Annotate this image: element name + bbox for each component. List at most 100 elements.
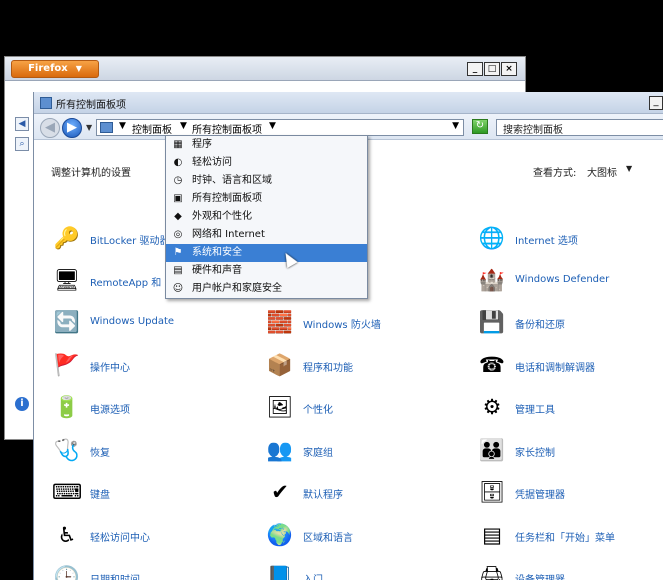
dropdown-item[interactable]: ◷ 时钟、语言和区域	[166, 172, 367, 190]
search-input[interactable]: 搜索控制面板	[496, 119, 663, 136]
dropdown-item[interactable]: ⚑ 系统和安全	[166, 244, 367, 262]
default-programs-icon: ✔	[271, 480, 289, 504]
firefox-window-controls: _ □ ×	[467, 62, 517, 76]
control-panel-item-label: 备份和还原	[515, 320, 565, 331]
breadcrumb-arrow-icon[interactable]: ▼	[180, 121, 187, 131]
parental-controls-icon: 👪	[478, 438, 506, 462]
dropdown-item[interactable]: ◆ 外观和个性化	[166, 208, 367, 226]
credential-manager-icon: 🗄	[478, 480, 506, 504]
control-panel-item-label: 电源选项	[90, 405, 130, 416]
view-by-dropdown[interactable]: 大图标	[587, 164, 617, 179]
control-panel-item-label: 管理工具	[515, 405, 555, 416]
control-panel-item-label: 任务栏和「开始」菜单	[515, 533, 615, 544]
admin-tools-icon: ⚙	[482, 395, 502, 419]
ease-of-access-icon: ♿	[57, 523, 77, 547]
dropdown-item[interactable]: ▣ 所有控制面板项	[166, 190, 367, 208]
control-panel-icon	[40, 97, 52, 109]
window-title: 所有控制面板项	[56, 100, 126, 111]
firefox-menu-button[interactable]: Firefox ▼	[11, 60, 99, 78]
backup-icon: 💾	[478, 310, 506, 334]
minimize-button[interactable]: _	[467, 62, 483, 76]
breadcrumb-dropdown-menu: ▦ 程序 ◐ 轻松访问 ◷ 时钟、语言和区域 ▣ 所有控制面板项 ◆ 外观和个性化 ◎ 网络和 Int…	[165, 135, 368, 299]
control-panel-item-label: Windows 防火墙	[303, 320, 381, 331]
chevron-down-icon[interactable]: ▼	[626, 164, 632, 173]
control-panel-icon	[100, 122, 113, 133]
history-dropdown-icon[interactable]: ▼	[86, 123, 92, 132]
category-icon: ◆	[174, 211, 182, 222]
control-panel-item-label: Windows Update	[90, 316, 175, 327]
windows-defender-icon: 🏰	[478, 268, 506, 292]
homegroup-icon: 👥	[266, 438, 294, 462]
firefox-menu-label: Firefox	[28, 63, 68, 74]
search-icon[interactable]: ⌕	[15, 137, 29, 151]
minimize-button[interactable]: _	[649, 96, 663, 110]
device-manager-icon: 🖨	[478, 565, 506, 580]
back-icon[interactable]: ◀	[15, 117, 29, 131]
control-panel-item-label: 日期和时间	[90, 571, 140, 580]
control-panel-item-label: BitLocker 驱动器	[90, 236, 170, 247]
action-center-icon: 🚩	[53, 353, 81, 377]
maximize-button[interactable]: □	[484, 62, 500, 76]
view-by-label: 查看方式:	[533, 168, 577, 179]
firefox-titlebar: Firefox ▼ _ □ ×	[5, 57, 525, 81]
recovery-icon: 🩺	[53, 438, 81, 462]
dropdown-item-label: 所有控制面板项	[192, 193, 262, 204]
power-icon: 🔋	[53, 395, 81, 419]
dropdown-item[interactable]: ▤ 硬件和声音	[166, 262, 367, 280]
control-panel-item-label: 恢复	[90, 448, 110, 459]
dropdown-item[interactable]: ▦ 程序	[166, 136, 367, 154]
control-panel-item-label: 设备管理器	[515, 571, 565, 580]
refresh-icon[interactable]: ↻	[472, 119, 488, 134]
breadcrumb-arrow-icon[interactable]: ▼	[119, 121, 126, 131]
dropdown-item-label: 网络和 Internet	[192, 229, 265, 240]
dropdown-item-label: 时钟、语言和区域	[192, 175, 272, 186]
control-panel-item-label: 操作中心	[90, 363, 130, 374]
category-icon: ▤	[173, 265, 183, 276]
breadcrumb-control-panel[interactable]: 控制面板	[132, 121, 172, 136]
control-panel-item-label: 键盘	[90, 490, 110, 501]
control-panel-item-label: 个性化	[303, 405, 333, 416]
date-time-icon: 🕒	[53, 565, 81, 580]
category-icon: ◐	[173, 157, 183, 168]
back-arrow-icon[interactable]: ◀	[40, 118, 60, 138]
personalization-icon: 🖼	[266, 395, 294, 419]
getting-started-icon: 📘	[266, 565, 294, 580]
dropdown-item-label: 用户帐户和家庭安全	[192, 283, 282, 294]
info-icon[interactable]: i	[15, 397, 29, 411]
keyboard-icon: ⌨	[52, 480, 83, 504]
dropdown-item-label: 外观和个性化	[192, 211, 252, 222]
windows-update-icon: 🔄	[53, 310, 81, 334]
control-panel-item-label: 入门	[303, 571, 323, 580]
internet-options-icon: 🌐	[478, 226, 506, 250]
close-button[interactable]: ×	[501, 62, 517, 76]
firewall-icon: 🧱	[266, 310, 294, 334]
taskbar-icon: ▤	[482, 523, 502, 547]
dropdown-item-label: 硬件和声音	[192, 265, 242, 276]
breadcrumb-all-items[interactable]: 所有控制面板项	[192, 121, 262, 136]
dropdown-item[interactable]: ◐ 轻松访问	[166, 154, 367, 172]
remoteapp-icon: 🖥	[53, 268, 81, 292]
control-panel-titlebar: 所有控制面板项 _	[34, 92, 663, 114]
forward-arrow-icon[interactable]: ▶	[62, 118, 82, 138]
control-panel-item-label: 默认程序	[303, 490, 343, 501]
category-icon: ▣	[173, 193, 183, 204]
dropdown-item-label: 程序	[192, 139, 212, 150]
dropdown-item[interactable]: ☺ 用户帐户和家庭安全	[166, 280, 367, 298]
category-icon: ⚑	[173, 247, 183, 258]
address-dropdown-icon[interactable]: ▼	[452, 121, 459, 131]
address-bar[interactable]: ▼ 控制面板 ▼ 所有控制面板项 ▼ ▼	[96, 119, 464, 136]
control-panel-item-label: 凭据管理器	[515, 490, 565, 501]
control-panel-item-label: Internet 选项	[515, 236, 578, 247]
category-icon: ◎	[173, 229, 183, 240]
dropdown-item-label: 系统和安全	[192, 247, 242, 258]
control-panel-item-label: RemoteApp 和	[90, 278, 162, 289]
control-panel-item-label: 轻松访问中心	[90, 533, 150, 544]
page-heading: 调整计算机的设置	[51, 168, 131, 179]
region-language-icon: 🌍	[266, 523, 294, 547]
chevron-down-icon: ▼	[75, 64, 82, 73]
category-icon: ◷	[173, 175, 183, 186]
dropdown-item-label: 轻松访问	[192, 157, 232, 168]
breadcrumb-arrow-icon[interactable]: ▼	[269, 121, 276, 131]
dropdown-item[interactable]: ◎ 网络和 Internet	[166, 226, 367, 244]
control-panel-item-label: 区域和语言	[303, 533, 353, 544]
